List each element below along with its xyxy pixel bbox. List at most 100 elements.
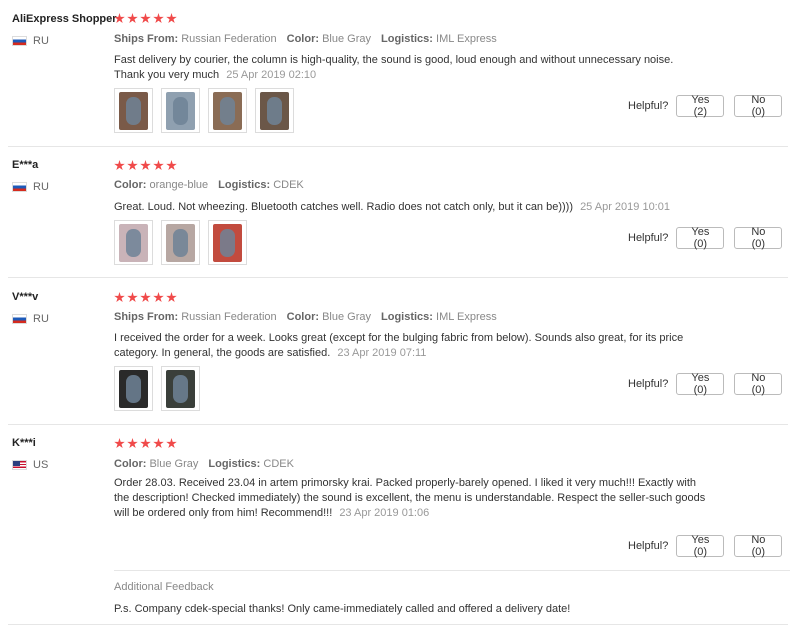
photo-image bbox=[166, 223, 195, 262]
review-divider bbox=[8, 277, 788, 278]
review-text: Order 28.03. Received 23.04 in artem pri… bbox=[114, 476, 714, 521]
review-photo-thumbnail[interactable] bbox=[161, 366, 200, 411]
country-code: RU bbox=[33, 181, 49, 193]
order-attributes: Ships From: Russian Federation Color: Bl… bbox=[114, 33, 497, 45]
review-body: Great. Loud. Not wheezing. Bluetooth cat… bbox=[114, 201, 573, 213]
flag-canton bbox=[13, 461, 20, 466]
photo-image bbox=[166, 369, 195, 408]
color-attr: Color: Blue Gray bbox=[286, 33, 371, 45]
russia-flag-icon bbox=[12, 36, 27, 46]
review-photo-thumbnail[interactable] bbox=[114, 366, 153, 411]
photo-image bbox=[119, 91, 148, 130]
review-date: 23 Apr 2019 07:11 bbox=[337, 347, 427, 359]
helpful-label: Helpful? bbox=[628, 232, 669, 244]
logistics-attr: Logistics: IML Express bbox=[381, 311, 497, 323]
review-text: Fast delivery by courier, the column is … bbox=[114, 53, 704, 83]
helpful-votes: Helpful? Yes (0) No (0) bbox=[628, 372, 783, 396]
star-icon bbox=[153, 13, 164, 24]
color-attr: Color: orange-blue bbox=[114, 179, 209, 191]
helpful-votes: Helpful? Yes (0) No (0) bbox=[628, 534, 783, 558]
helpful-yes-button[interactable]: Yes (0) bbox=[676, 226, 725, 250]
order-attributes: Color: Blue Gray Logistics: CDEK bbox=[114, 458, 294, 470]
star-icon bbox=[140, 292, 151, 303]
country-code: RU bbox=[33, 35, 49, 47]
star-icon bbox=[166, 160, 177, 171]
review-photo-thumbnail[interactable] bbox=[114, 88, 153, 133]
review-body: Fast delivery by courier, the column is … bbox=[114, 54, 674, 81]
star-rating bbox=[114, 160, 177, 171]
review-photos bbox=[114, 366, 200, 411]
star-icon bbox=[114, 160, 125, 171]
star-icon bbox=[153, 160, 164, 171]
additional-feedback-text: P.s. Company cdek-special thanks! Only c… bbox=[114, 603, 571, 615]
additional-feedback-divider bbox=[114, 570, 790, 571]
logistics-attr: Logistics: CDEK bbox=[218, 179, 304, 191]
photo-image bbox=[119, 369, 148, 408]
helpful-votes: Helpful? Yes (2) No (0) bbox=[628, 94, 783, 118]
helpful-no-button[interactable]: No (0) bbox=[734, 534, 783, 558]
star-rating bbox=[114, 438, 177, 449]
photo-image bbox=[260, 91, 289, 130]
review-divider bbox=[8, 624, 788, 625]
helpful-label: Helpful? bbox=[628, 100, 669, 112]
photo-image bbox=[166, 91, 195, 130]
star-icon bbox=[166, 292, 177, 303]
star-icon bbox=[153, 292, 164, 303]
order-attributes: Ships From: Russian Federation Color: Bl… bbox=[114, 311, 497, 323]
star-icon bbox=[140, 13, 151, 24]
helpful-label: Helpful? bbox=[628, 378, 669, 390]
reviewer-country: US bbox=[12, 459, 48, 471]
reviewer-country: RU bbox=[12, 181, 49, 193]
review-divider bbox=[8, 424, 788, 425]
logistics-attr: Logistics: IML Express bbox=[381, 33, 497, 45]
review-photo-thumbnail[interactable] bbox=[208, 88, 247, 133]
country-code: RU bbox=[33, 313, 49, 325]
ships-from-attr: Ships From: Russian Federation bbox=[114, 311, 277, 323]
helpful-label: Helpful? bbox=[628, 540, 669, 552]
star-icon bbox=[114, 292, 125, 303]
photo-image bbox=[213, 223, 242, 262]
star-rating bbox=[114, 13, 177, 24]
photo-image bbox=[119, 223, 148, 262]
review-date: 23 Apr 2019 01:06 bbox=[339, 507, 430, 519]
review-photo-thumbnail[interactable] bbox=[114, 220, 153, 265]
star-icon bbox=[114, 438, 125, 449]
star-icon bbox=[153, 438, 164, 449]
helpful-votes: Helpful? Yes (0) No (0) bbox=[628, 226, 783, 250]
review-photo-thumbnail[interactable] bbox=[208, 220, 247, 265]
review-photo-thumbnail[interactable] bbox=[255, 88, 294, 133]
star-rating bbox=[114, 292, 177, 303]
photo-image bbox=[213, 91, 242, 130]
review-photos bbox=[114, 88, 294, 133]
helpful-no-button[interactable]: No (0) bbox=[734, 372, 783, 396]
reviewer-country: RU bbox=[12, 313, 49, 325]
helpful-yes-button[interactable]: Yes (2) bbox=[676, 94, 725, 118]
order-attributes: Color: orange-blue Logistics: CDEK bbox=[114, 179, 304, 191]
review-photo-thumbnail[interactable] bbox=[161, 220, 200, 265]
russia-flag-icon bbox=[12, 314, 27, 324]
russia-flag-icon bbox=[12, 182, 27, 192]
ships-from-attr: Ships From: Russian Federation bbox=[114, 33, 277, 45]
review-photos bbox=[114, 220, 247, 265]
star-icon bbox=[127, 160, 138, 171]
star-icon bbox=[127, 292, 138, 303]
usa-flag-icon bbox=[12, 460, 27, 470]
helpful-no-button[interactable]: No (0) bbox=[734, 226, 783, 250]
star-icon bbox=[114, 13, 125, 24]
reviewer-name: AliExpress Shopper bbox=[12, 13, 117, 25]
helpful-yes-button[interactable]: Yes (0) bbox=[676, 534, 725, 558]
star-icon bbox=[127, 13, 138, 24]
additional-feedback-title: Additional Feedback bbox=[114, 581, 214, 593]
reviewer-country: RU bbox=[12, 35, 49, 47]
review-date: 25 Apr 2019 02:10 bbox=[226, 69, 317, 81]
helpful-yes-button[interactable]: Yes (0) bbox=[676, 372, 725, 396]
logistics-attr: Logistics: CDEK bbox=[208, 458, 294, 470]
reviewer-name: K***i bbox=[12, 437, 36, 449]
helpful-no-button[interactable]: No (0) bbox=[734, 94, 783, 118]
star-icon bbox=[166, 438, 177, 449]
star-icon bbox=[127, 438, 138, 449]
review-text: Great. Loud. Not wheezing. Bluetooth cat… bbox=[114, 200, 754, 215]
review-photo-thumbnail[interactable] bbox=[161, 88, 200, 133]
star-icon bbox=[140, 160, 151, 171]
color-attr: Color: Blue Gray bbox=[286, 311, 371, 323]
